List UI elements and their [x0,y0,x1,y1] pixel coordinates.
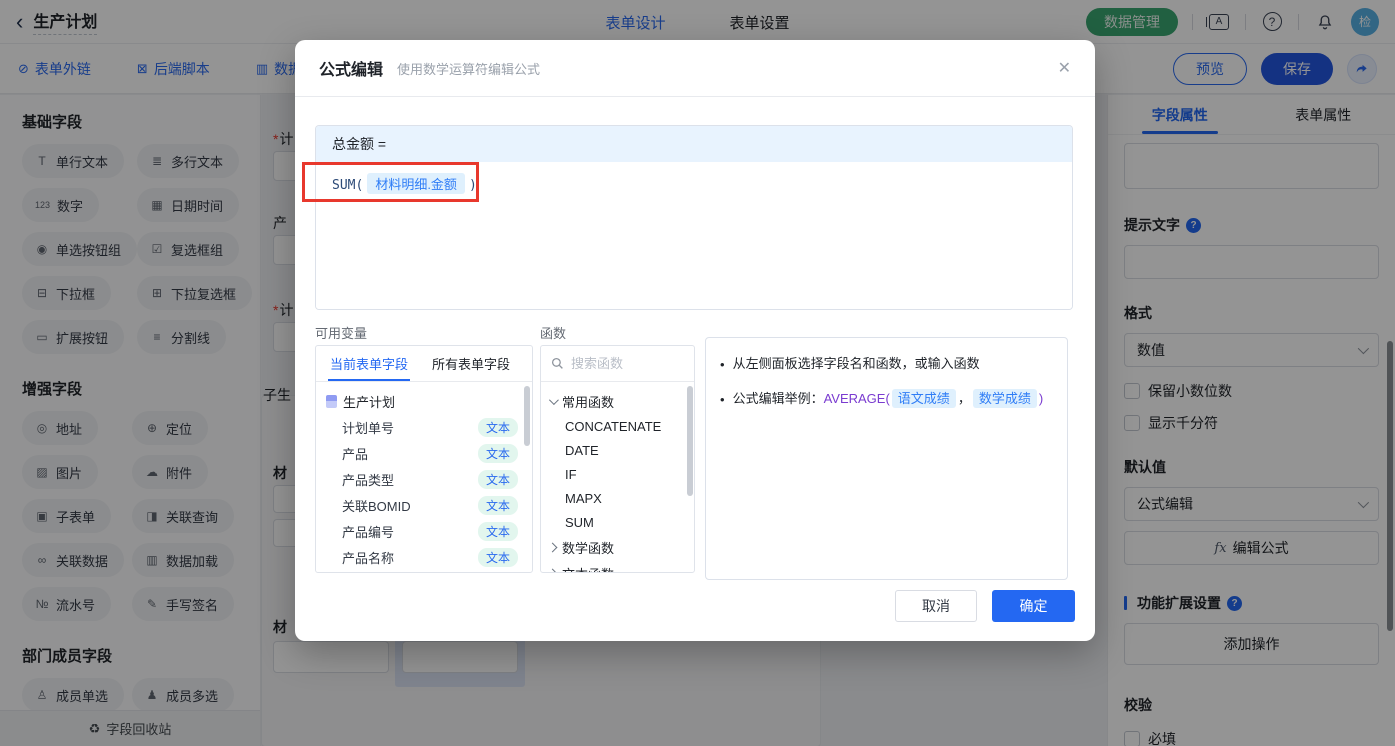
type-badge: 文本 [477,469,518,489]
formula-editor[interactable]: 总金额 = SUM(材料明细.金额) [302,125,1073,310]
example-function: AVERAGE( [823,390,890,406]
variable-item[interactable]: 关联BOMID 文本 [316,492,532,518]
formula-function-open: SUM( [332,178,364,193]
formula-input-area[interactable]: SUM(材料明细.金额) [302,162,1072,309]
type-badge: 文本 [477,495,518,515]
formula-target: 总金额 = [316,126,1072,162]
close-icon[interactable]: ✕ [1058,58,1071,78]
cancel-button[interactable]: 取消 [895,590,977,622]
scrollbar-thumb[interactable] [524,386,530,446]
modal-subtitle: 使用数学运算符编辑公式 [397,61,541,77]
variables-label: 可用变量 [315,326,368,341]
modal-header: 公式编辑 使用数学运算符编辑公式 ✕ [295,40,1095,97]
formula-field-chip[interactable]: 材料明细.金额 [367,173,465,194]
example-field-chip: 数学成绩 [972,388,1037,408]
variable-item[interactable]: 计划单号 文本 [316,414,532,440]
tree-root-form[interactable]: 生产计划 [316,388,532,414]
function-item[interactable]: DATE [541,438,694,462]
tab-current-form-fields[interactable]: 当前表单字段 [316,346,418,381]
form-doc-icon [326,394,337,408]
function-group-math[interactable]: 数学函数 [541,534,694,560]
type-badge: 文本 [477,521,518,541]
modal-title: 公式编辑 [319,62,384,79]
function-search[interactable] [541,346,694,382]
variables-tabs: 当前表单字段 所有表单字段 [316,346,532,382]
hints-panel: • 从左侧面板选择字段名和函数，或输入函数 • 公式编辑举例：AVERAGE(语… [705,337,1068,580]
type-badge: 文本 [477,443,518,463]
hint-example-line: • 公式编辑举例：AVERAGE(语文成绩，数学成绩) [720,388,1044,408]
function-item[interactable]: CONCATENATE [541,414,694,438]
chevron-right-icon [547,542,558,552]
function-item[interactable]: IF [541,462,694,486]
functions-panel: 常用函数 CONCATENATE DATE IF MAPX SUM 数学函数 文… [540,345,695,573]
formula-editor-modal: 公式编辑 使用数学运算符编辑公式 ✕ 总金额 = SUM(材料明细.金额) 可用… [295,40,1095,641]
type-badge: 文本 [477,417,518,437]
variable-item[interactable]: 产品编号 文本 [316,518,532,544]
tab-all-form-fields[interactable]: 所有表单字段 [418,346,520,381]
variable-item[interactable]: 产品 文本 [316,440,532,466]
variable-item[interactable]: 产品类型 文本 [316,466,532,492]
scrollbar-thumb[interactable] [687,386,693,496]
hint-line: • 从左侧面板选择字段名和函数，或输入函数 [720,356,980,372]
function-item[interactable]: SUM [541,510,694,534]
function-group-common[interactable]: 常用函数 [541,388,694,414]
function-list: 常用函数 CONCATENATE DATE IF MAPX SUM 数学函数 文… [541,382,694,572]
function-group-text[interactable]: 文本函数 [541,560,694,572]
type-badge: 文本 [477,547,518,567]
app-screen: ‹ 生产计划 表单设计 表单设置 数据管理 A ? 检 ⊘ 表单外链 ⊠ 后端脚… [0,0,1395,746]
chevron-right-icon [547,568,558,572]
variables-tree: 生产计划 计划单号 文本 产品 文本 产品类型 文本 关联BOMID 文本 产品编号 文本… [316,382,532,572]
example-field-chip: 语文成绩 [891,388,956,408]
formula-function-close: ) [468,178,477,193]
chevron-down-icon [548,394,559,405]
search-icon [551,357,563,369]
confirm-button[interactable]: 确定 [992,590,1075,622]
function-item[interactable]: MAPX [541,486,694,510]
functions-label: 函数 [540,326,567,341]
variables-panel: 当前表单字段 所有表单字段 生产计划 计划单号 文本 产品 文本 产品类型 文本 关联… [315,345,533,573]
search-input[interactable] [571,356,671,371]
variable-item[interactable]: 产品名称 文本 [316,544,532,570]
